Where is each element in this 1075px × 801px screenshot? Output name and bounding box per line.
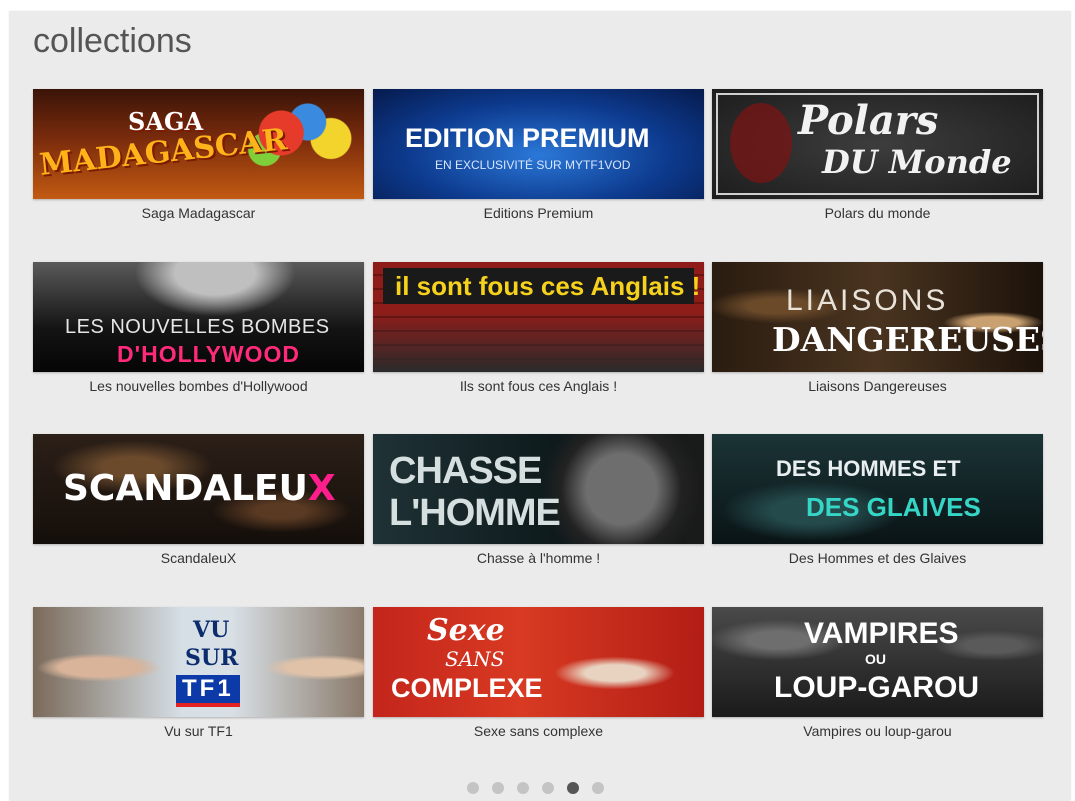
collection-tile-editions-premium[interactable]: EDITION PREMIUM EN EXCLUSIVITÉ SUR MYTF1… xyxy=(373,89,704,221)
collection-banner[interactable]: VU SUR TF1 xyxy=(33,607,364,717)
collection-banner[interactable]: il sont fous ces Anglais ! xyxy=(373,262,704,372)
collection-caption: Chasse à l'homme ! xyxy=(476,550,601,566)
collection-tile-saga-madagascar[interactable]: SAGA MADAGASCAR Saga Madagascar xyxy=(33,89,364,221)
collection-tile-scandaleux[interactable]: SCANDALEUX ScandaleuX xyxy=(33,434,364,566)
page-dot-3[interactable] xyxy=(517,782,529,794)
collection-banner[interactable]: SAGA MADAGASCAR xyxy=(33,89,364,199)
collection-tile-chasse[interactable]: CHASSE L'HOMME Chasse à l'homme ! xyxy=(373,434,704,566)
collection-banner[interactable]: Sexe SANS COMPLEXE xyxy=(373,607,704,717)
collection-caption: Vu sur TF1 xyxy=(164,723,233,739)
collection-banner[interactable]: VAMPIRES OU LOUP-GAROU xyxy=(712,607,1043,717)
collection-caption: ScandaleuX xyxy=(160,550,237,566)
collection-caption: Saga Madagascar xyxy=(141,205,256,221)
collection-tile-liaisons[interactable]: LIAISONS DANGEREUSES Liaisons Dangereuse… xyxy=(712,262,1043,394)
collection-banner[interactable]: LIAISONS DANGEREUSES xyxy=(712,262,1043,372)
page-dot-1[interactable] xyxy=(467,782,479,794)
collection-caption: Sexe sans complexe xyxy=(473,723,604,739)
page-dot-6[interactable] xyxy=(592,782,604,794)
pagination-dots xyxy=(467,782,604,794)
collection-banner[interactable]: DES HOMMES ET DES GLAIVES xyxy=(712,434,1043,544)
collection-banner[interactable]: SCANDALEUX xyxy=(33,434,364,544)
collection-caption: Vampires ou loup-garou xyxy=(803,723,952,739)
page-dot-2[interactable] xyxy=(492,782,504,794)
collection-caption: Ils sont fous ces Anglais ! xyxy=(459,378,618,394)
fingerprint-icon xyxy=(730,103,792,183)
tf1-logo: TF1 xyxy=(176,675,240,707)
collection-tile-nouvelles-bombes[interactable]: LES NOUVELLES BOMBES D'HOLLYWOOD Les nou… xyxy=(33,262,364,394)
page-title: collections xyxy=(33,22,192,60)
collection-tile-vu-sur-tf1[interactable]: VU SUR TF1 Vu sur TF1 xyxy=(33,607,364,739)
collection-banner[interactable]: LES NOUVELLES BOMBES D'HOLLYWOOD xyxy=(33,262,364,372)
collection-banner[interactable]: EDITION PREMIUM EN EXCLUSIVITÉ SUR MYTF1… xyxy=(373,89,704,199)
collection-banner[interactable]: CHASSE L'HOMME xyxy=(373,434,704,544)
collection-caption: Des Hommes et des Glaives xyxy=(788,550,967,566)
collection-banner[interactable]: Polars DU Monde xyxy=(712,89,1043,199)
page-dot-5[interactable] xyxy=(567,782,579,794)
cast-photo xyxy=(373,312,704,372)
collection-caption: Les nouvelles bombes d'Hollywood xyxy=(89,378,308,394)
page-dot-4[interactable] xyxy=(542,782,554,794)
collection-tile-vampires[interactable]: VAMPIRES OU LOUP-GAROU Vampires ou loup-… xyxy=(712,607,1043,739)
collection-tile-sexe-sans-complexe[interactable]: Sexe SANS COMPLEXE Sexe sans complexe xyxy=(373,607,704,739)
collection-caption: Editions Premium xyxy=(483,205,594,221)
collection-tile-polars-du-monde[interactable]: Polars DU Monde Polars du monde xyxy=(712,89,1043,221)
collection-tile-glaives[interactable]: DES HOMMES ET DES GLAIVES Des Hommes et … xyxy=(712,434,1043,566)
collection-tile-anglais[interactable]: il sont fous ces Anglais ! Ils sont fous… xyxy=(373,262,704,394)
collection-caption: Polars du monde xyxy=(824,205,931,221)
collection-caption: Liaisons Dangereuses xyxy=(808,378,947,394)
